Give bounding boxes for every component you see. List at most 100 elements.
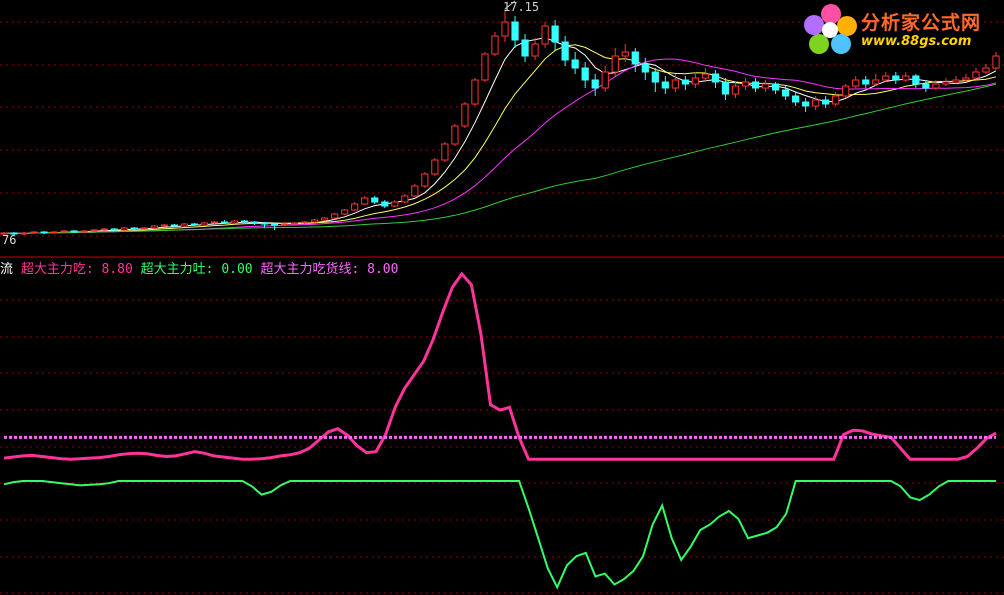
candle-body bbox=[290, 222, 299, 225]
watermark: 分析家公式网 www.88gs.com bbox=[803, 2, 1003, 54]
candle-body bbox=[952, 79, 960, 83]
candle-body bbox=[80, 230, 88, 233]
candle-body bbox=[892, 75, 900, 81]
candle-body bbox=[140, 227, 148, 230]
candle-body bbox=[932, 83, 940, 89]
candle-body bbox=[180, 223, 188, 227]
candle-body bbox=[812, 99, 820, 107]
chart-canvas bbox=[0, 0, 1004, 594]
candle-body bbox=[70, 230, 78, 233]
candle-body bbox=[741, 81, 750, 87]
candle-body bbox=[40, 231, 48, 234]
candle-body bbox=[240, 220, 249, 223]
candle-body bbox=[781, 89, 790, 97]
candle-body bbox=[551, 25, 559, 43]
candle-body bbox=[351, 203, 359, 211]
watermark-title: 分析家公式网 bbox=[861, 12, 982, 34]
price-grid bbox=[0, 21, 1004, 237]
candle-body bbox=[391, 201, 399, 207]
candle-body bbox=[761, 83, 770, 89]
candle-body bbox=[541, 25, 549, 45]
series-line-spit bbox=[3, 480, 996, 590]
candle-body bbox=[50, 231, 58, 234]
candle-body bbox=[601, 71, 609, 89]
candle-body bbox=[902, 75, 910, 81]
watermark-url: www.88gs.com bbox=[861, 34, 972, 49]
candle-body bbox=[441, 143, 449, 161]
candle-body bbox=[511, 21, 519, 41]
candle-body bbox=[311, 219, 319, 223]
candle-body bbox=[922, 83, 930, 89]
candle-body bbox=[691, 77, 700, 85]
candle-body bbox=[942, 81, 950, 85]
candle-body bbox=[661, 81, 669, 89]
candle-body bbox=[260, 222, 269, 225]
candle-body bbox=[170, 224, 178, 227]
candle-body bbox=[491, 35, 499, 55]
legend-spit-name: 超大主力吐 bbox=[140, 262, 206, 277]
candle-body bbox=[120, 227, 128, 231]
candle-body bbox=[90, 229, 98, 232]
candle-body bbox=[962, 77, 970, 81]
low-price-label-fragment: 76 bbox=[2, 233, 17, 247]
candle-body bbox=[882, 75, 890, 81]
candle-body bbox=[791, 95, 800, 103]
moving-average-lines bbox=[3, 37, 997, 235]
legend-eat-name: 超大主力吃 bbox=[20, 262, 86, 277]
high-price-label: 17.15 bbox=[503, 0, 540, 14]
candle-body bbox=[401, 195, 409, 203]
candle-body bbox=[872, 79, 880, 85]
candle-body bbox=[461, 103, 469, 127]
candle-body bbox=[832, 95, 840, 105]
candle-body bbox=[210, 221, 219, 224]
candle-body bbox=[341, 209, 349, 215]
candle-body bbox=[160, 224, 168, 227]
candle-body bbox=[711, 73, 720, 83]
ma-line-ma5 bbox=[3, 37, 997, 235]
candle-body bbox=[190, 223, 198, 226]
candle-body bbox=[110, 228, 118, 231]
candle-body bbox=[30, 231, 38, 234]
candle-body bbox=[300, 221, 309, 224]
candle-body bbox=[481, 53, 489, 81]
indicator-lines bbox=[3, 271, 997, 590]
flower-logo-icon bbox=[804, 4, 857, 54]
candle-body bbox=[982, 67, 990, 73]
candle-body bbox=[521, 39, 529, 57]
candle-body bbox=[150, 225, 158, 229]
candle-body bbox=[471, 79, 479, 105]
indicator-name-fragment: 流 bbox=[0, 262, 14, 277]
candle-body bbox=[721, 81, 730, 95]
candle-body bbox=[862, 79, 870, 85]
candle-body bbox=[802, 101, 810, 107]
candle-body bbox=[331, 213, 339, 219]
candle-body bbox=[701, 73, 710, 79]
candle-body bbox=[411, 185, 419, 197]
candle-body bbox=[451, 125, 459, 145]
candle-body bbox=[651, 71, 659, 83]
legend-eat-value: 8.80 bbox=[101, 262, 133, 277]
candle-body bbox=[621, 51, 629, 57]
candle-body bbox=[561, 41, 569, 61]
candle-body bbox=[751, 81, 760, 89]
candle-body bbox=[230, 220, 239, 224]
candle-body bbox=[381, 201, 389, 207]
candle-body bbox=[591, 79, 599, 89]
candle-body bbox=[912, 75, 920, 85]
candle-body bbox=[581, 67, 589, 81]
candle-body bbox=[842, 85, 850, 97]
candle-body bbox=[631, 51, 639, 65]
candle-body bbox=[671, 79, 679, 89]
candle-body bbox=[60, 230, 68, 233]
candle-body bbox=[20, 232, 28, 235]
legend-eatline-value: 8.00 bbox=[367, 262, 399, 277]
candle-body bbox=[972, 71, 980, 79]
candle-body bbox=[571, 59, 579, 69]
candle-body bbox=[681, 79, 689, 85]
candle-body bbox=[501, 21, 509, 37]
candle-body bbox=[431, 159, 439, 175]
candle-body bbox=[731, 85, 740, 95]
candle-body bbox=[371, 197, 379, 203]
legend-spit-value: 0.00 bbox=[221, 262, 253, 277]
candle-body bbox=[321, 217, 329, 221]
